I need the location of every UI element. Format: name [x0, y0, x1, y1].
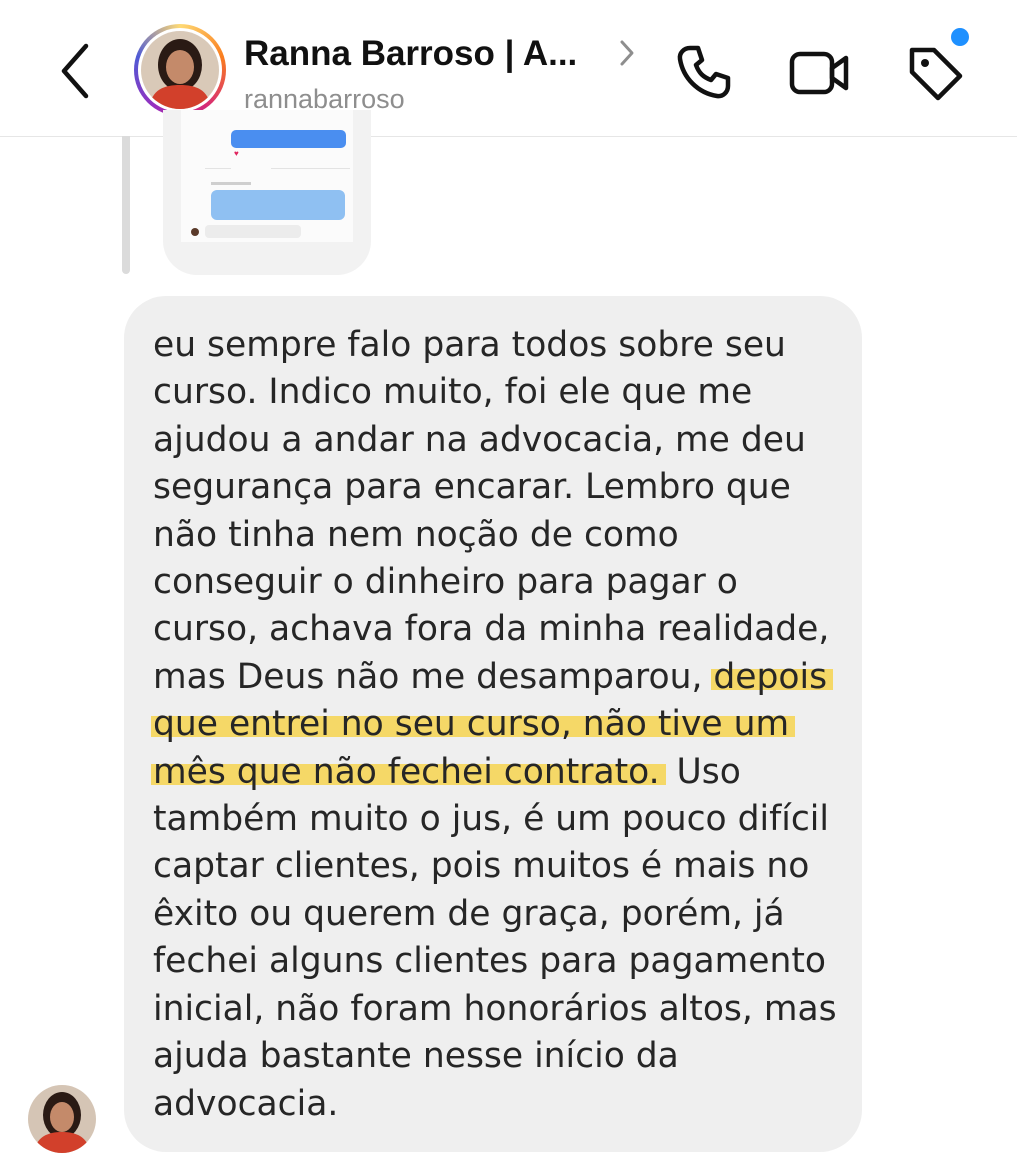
- chevron-right-icon[interactable]: [617, 38, 637, 68]
- message-text: eu sempre falo para todos sobre seu curs…: [151, 325, 837, 1124]
- highlighted-text: depois: [711, 656, 834, 697]
- highlighted-text: que entrei no seu curso, não tive um: [151, 704, 796, 745]
- heart-icon: ♥: [234, 149, 239, 158]
- notification-dot: [951, 28, 969, 46]
- chat-header: Ranna Barroso | A... rannabarroso: [0, 0, 1017, 137]
- highlighted-text: mês que não fechei contrato.: [151, 751, 666, 792]
- video-camera-icon: [789, 51, 849, 95]
- screenshot-thumbnail: ♥: [181, 110, 353, 242]
- story-avatar[interactable]: [134, 24, 226, 116]
- avatar: [141, 31, 219, 109]
- shared-screenshot-card[interactable]: ♥: [163, 110, 371, 275]
- contact-name[interactable]: Ranna Barroso | A...: [244, 34, 577, 74]
- message-bubble[interactable]: eu sempre falo para todos sobre seu curs…: [124, 296, 862, 1152]
- tag-button[interactable]: [902, 40, 968, 106]
- chevron-left-icon: [61, 43, 89, 99]
- call-button[interactable]: [670, 40, 736, 106]
- video-call-button[interactable]: [786, 40, 852, 106]
- tag-icon: [909, 47, 963, 101]
- sender-avatar[interactable]: [28, 1085, 96, 1153]
- phone-icon: [677, 45, 731, 99]
- back-button[interactable]: [52, 40, 102, 102]
- avatar: [28, 1085, 96, 1153]
- reply-indicator-bar: [122, 136, 130, 274]
